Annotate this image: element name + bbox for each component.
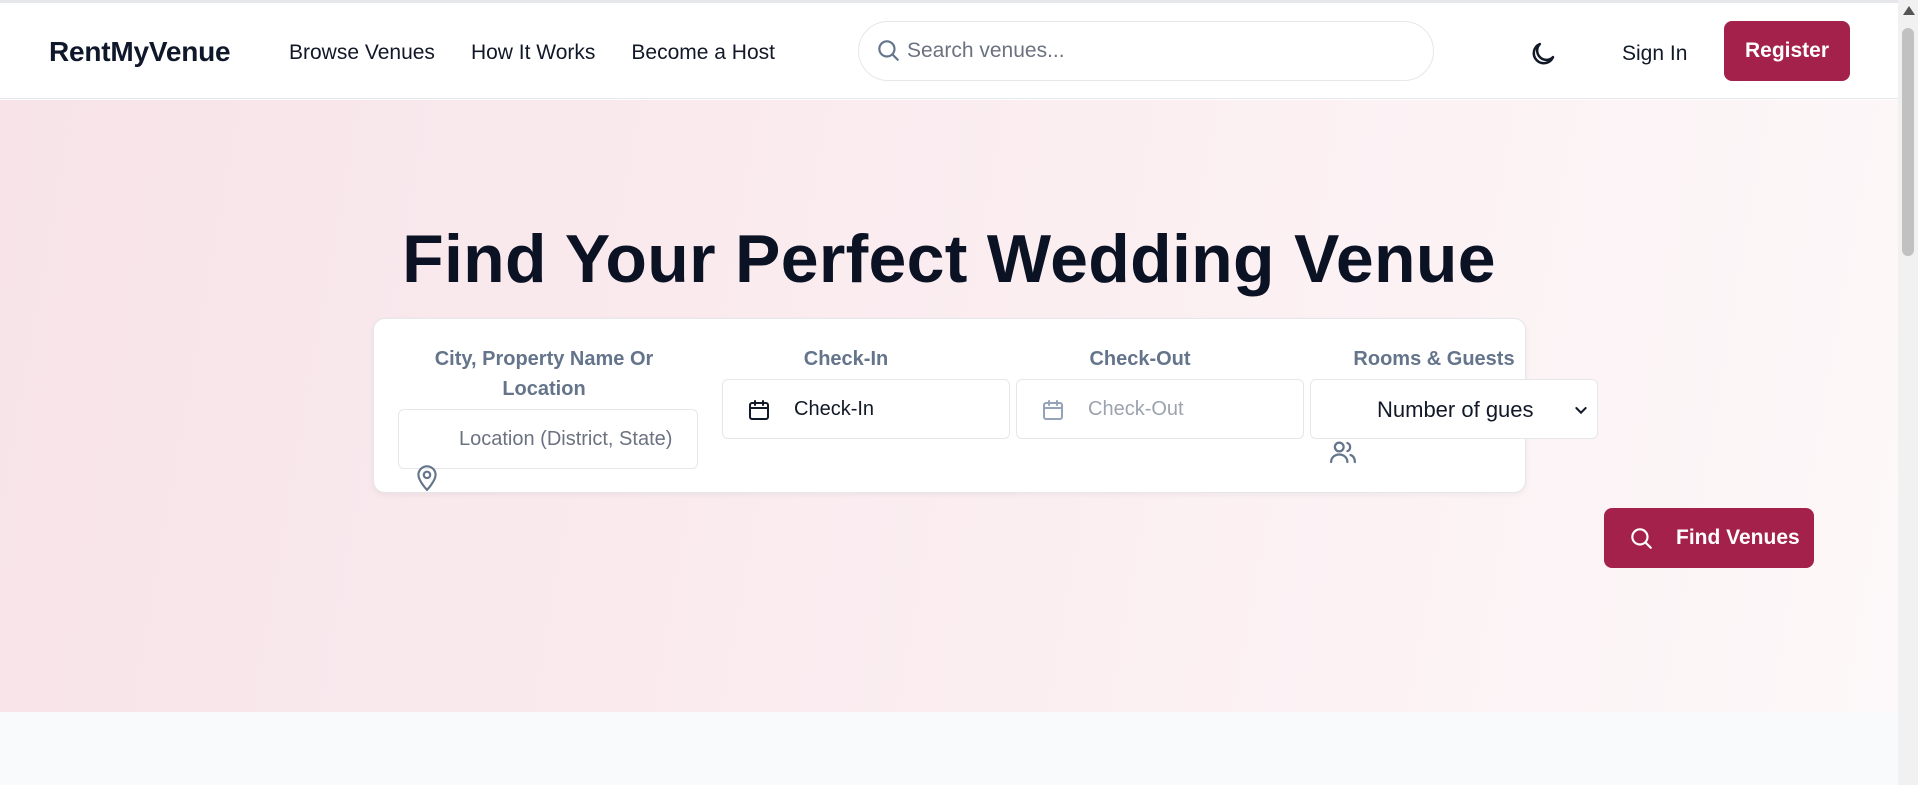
guests-select[interactable]: Number of gues: [1310, 379, 1598, 439]
register-button[interactable]: Register: [1724, 21, 1850, 81]
hero-title: Find Your Perfect Wedding Venue: [402, 221, 1496, 297]
scroll-up-arrow[interactable]: [1903, 6, 1915, 15]
page-scrollbar[interactable]: [1898, 0, 1918, 785]
location-field[interactable]: Location (District, State): [398, 409, 698, 469]
chevron-down-icon: [1575, 407, 1587, 415]
check-in-value: Check-In: [794, 398, 875, 420]
nav-how-it-works[interactable]: How It Works: [471, 41, 595, 65]
moon-icon[interactable]: [1528, 39, 1558, 69]
nav-browse-venues[interactable]: Browse Venues: [289, 41, 435, 65]
location-placeholder: Location (District, State): [459, 428, 673, 450]
site-header: RentMyVenue Browse Venues How It Works B…: [0, 3, 1898, 99]
venue-search-card: City, Property Name Or Location Location…: [373, 318, 1598, 493]
guests-label: Rooms & Guests: [1353, 348, 1515, 370]
check-in-label: Check-In: [803, 348, 889, 370]
calendar-icon: [749, 400, 769, 420]
logo[interactable]: RentMyVenue: [49, 36, 231, 68]
find-venues-button[interactable]: Find Venues: [1604, 508, 1814, 568]
search-input[interactable]: [907, 36, 1407, 66]
location-label: City, Property Name Or Location: [434, 348, 654, 400]
check-out-field[interactable]: Check-Out: [1016, 379, 1304, 439]
next-section: [0, 712, 1898, 785]
sign-in-link[interactable]: Sign In: [1622, 42, 1687, 66]
map-pin-icon: [417, 465, 437, 492]
check-out-label: Check-Out: [1089, 348, 1191, 370]
guests-selected: Number of gues: [1377, 397, 1534, 422]
scrollbar-thumb[interactable]: [1902, 28, 1914, 256]
users-icon: [1330, 441, 1356, 464]
check-out-placeholder: Check-Out: [1088, 398, 1184, 420]
find-venues-label: Find Venues: [1676, 526, 1800, 549]
nav-become-a-host[interactable]: Become a Host: [631, 41, 775, 65]
header-search: [858, 21, 1434, 81]
check-in-field[interactable]: Check-In: [722, 379, 1010, 439]
calendar-icon: [1043, 400, 1063, 420]
search-icon: [1631, 528, 1652, 549]
main-nav: Browse Venues How It Works Become a Host: [289, 41, 775, 65]
search-icon: [878, 40, 899, 61]
